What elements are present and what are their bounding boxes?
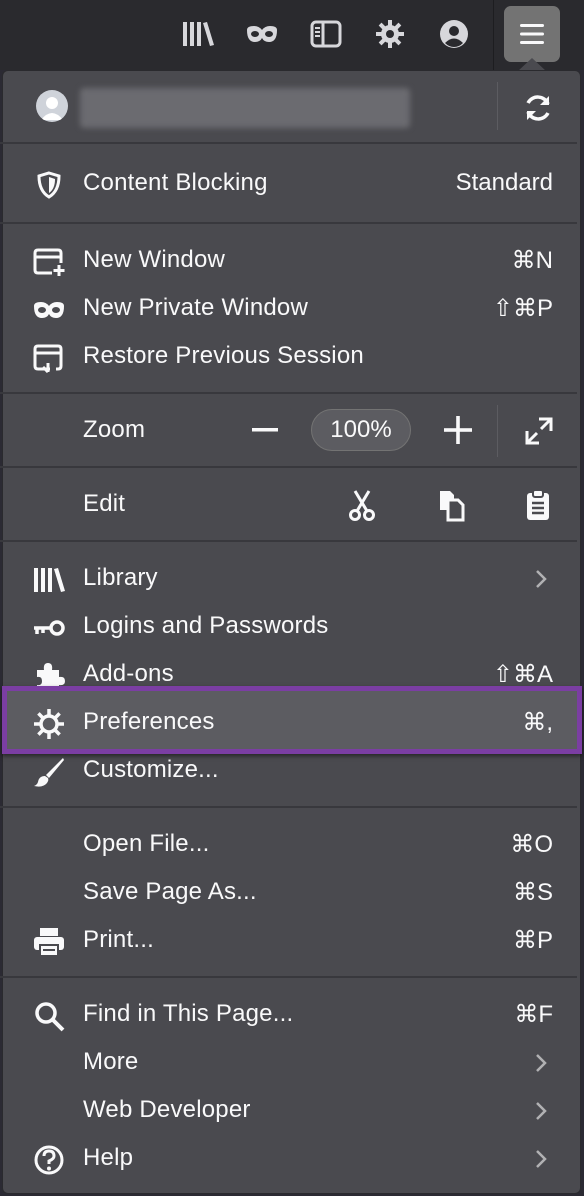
- cut-button[interactable]: [344, 486, 380, 524]
- new-window-label: New Window: [83, 246, 226, 273]
- sync-icon: [526, 95, 550, 121]
- new-private-window-label: New Private Window: [83, 294, 309, 321]
- avatar[interactable]: [36, 90, 68, 122]
- new-private-window-shortcut: ⇧⌘P: [492, 295, 553, 322]
- toolbar-separator: [493, 0, 494, 70]
- hamburger-menu-icon: [520, 24, 544, 44]
- private-browsing-button[interactable]: [236, 8, 288, 60]
- gear-icon: [376, 20, 404, 48]
- search-icon: [32, 1001, 66, 1032]
- minus-icon: [252, 428, 278, 432]
- new-window-icon: [32, 247, 66, 277]
- customize-item[interactable]: Customize...: [0, 747, 577, 795]
- chevron-right-icon: [536, 1054, 547, 1072]
- web-developer-label: Web Developer: [83, 1096, 251, 1123]
- plus-icon: [444, 416, 472, 444]
- edit-label: Edit: [83, 490, 126, 517]
- zoom-reset-button[interactable]: 100%: [311, 409, 411, 451]
- account-separator: [497, 82, 498, 130]
- save-page-shortcut: ⌘S: [512, 879, 553, 906]
- print-label: Print...: [83, 926, 154, 953]
- shield-icon: [32, 170, 66, 200]
- paste-button[interactable]: [520, 486, 556, 524]
- divider: [0, 222, 577, 224]
- divider: [0, 976, 577, 978]
- restore-session-icon: [32, 343, 66, 373]
- account-email-redacted[interactable]: [80, 88, 410, 128]
- sidebar-icon: [310, 20, 342, 48]
- add-ons-label: Add-ons: [83, 660, 174, 687]
- add-ons-shortcut: ⇧⌘A: [492, 661, 553, 688]
- private-mask-icon: [247, 26, 277, 42]
- settings-button[interactable]: [364, 8, 416, 60]
- print-item[interactable]: Print... ⌘P: [0, 917, 577, 965]
- open-file-shortcut: ⌘O: [510, 831, 553, 858]
- open-file-item[interactable]: Open File... ⌘O: [0, 821, 577, 869]
- content-blocking-item[interactable]: Content Blocking Standard: [0, 160, 577, 208]
- help-icon: [32, 1145, 66, 1175]
- divider: [0, 392, 577, 394]
- restore-session-label: Restore Previous Session: [83, 342, 364, 369]
- save-page-label: Save Page As...: [83, 878, 257, 905]
- library-icon: [183, 22, 214, 46]
- divider: [0, 466, 577, 468]
- find-in-page-label: Find in This Page...: [83, 1000, 294, 1027]
- preferences-label: Preferences: [83, 708, 215, 735]
- chevron-right-icon: [536, 1150, 547, 1168]
- open-file-label: Open File...: [83, 830, 210, 857]
- zoom-out-button[interactable]: [248, 413, 282, 447]
- account-icon: [440, 20, 468, 48]
- fullscreen-icon: [525, 417, 553, 445]
- preferences-item[interactable]: Preferences ⌘,: [0, 699, 577, 747]
- sidebar-button[interactable]: [300, 8, 352, 60]
- help-label: Help: [83, 1144, 134, 1171]
- fullscreen-button[interactable]: [521, 413, 557, 449]
- more-label: More: [83, 1048, 139, 1075]
- help-item[interactable]: Help: [0, 1135, 577, 1183]
- chevron-right-icon: [536, 1102, 547, 1120]
- zoom-separator: [497, 405, 498, 457]
- print-shortcut: ⌘P: [512, 927, 553, 954]
- private-mask-icon: [32, 295, 66, 325]
- save-page-item[interactable]: Save Page As... ⌘S: [0, 869, 577, 917]
- logins-passwords-item[interactable]: Logins and Passwords: [0, 603, 577, 651]
- content-blocking-status: Standard: [455, 169, 553, 196]
- library-label: Library: [83, 564, 158, 591]
- divider: [0, 142, 577, 144]
- copy-button[interactable]: [433, 486, 469, 524]
- clipboard-icon: [527, 489, 549, 520]
- sync-now-button[interactable]: [518, 88, 558, 128]
- printer-icon: [32, 927, 66, 957]
- divider: [0, 540, 577, 542]
- gear-icon: [32, 709, 66, 739]
- toolbar: [0, 0, 584, 70]
- copy-icon: [440, 491, 465, 522]
- zoom-row: Zoom: [0, 407, 577, 455]
- logins-passwords-label: Logins and Passwords: [83, 612, 329, 639]
- restore-session-item[interactable]: Restore Previous Session: [0, 333, 577, 381]
- zoom-label: Zoom: [83, 416, 146, 443]
- more-item[interactable]: More: [0, 1039, 577, 1087]
- edit-row: Edit: [0, 481, 577, 529]
- open-menu-button[interactable]: [504, 6, 560, 62]
- new-private-window-item[interactable]: New Private Window ⇧⌘P: [0, 285, 577, 333]
- customize-label: Customize...: [83, 756, 219, 783]
- zoom-in-button[interactable]: [441, 413, 475, 447]
- library-button[interactable]: [172, 8, 224, 60]
- divider: [0, 806, 577, 808]
- library-item[interactable]: Library: [0, 555, 577, 603]
- account-button[interactable]: [428, 8, 480, 60]
- new-window-item[interactable]: New Window ⌘N: [0, 237, 577, 285]
- library-icon: [32, 565, 66, 595]
- new-window-shortcut: ⌘N: [511, 247, 553, 274]
- scissors-icon: [349, 490, 375, 521]
- chevron-right-icon: [536, 570, 547, 588]
- key-icon: [32, 613, 66, 643]
- find-in-page-shortcut: ⌘F: [514, 1001, 553, 1028]
- content-blocking-label: Content Blocking: [83, 169, 268, 196]
- find-in-page-item[interactable]: Find in This Page... ⌘F: [0, 991, 577, 1039]
- preferences-shortcut: ⌘,: [522, 709, 553, 736]
- paintbrush-icon: [32, 757, 66, 787]
- web-developer-item[interactable]: Web Developer: [0, 1087, 577, 1135]
